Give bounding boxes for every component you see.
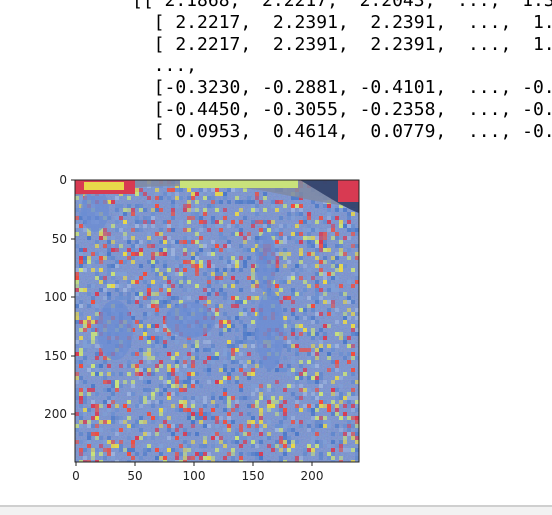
tensor-line: [ 0.0953, 0.4614, 0.0779, ..., -0.6 (132, 120, 552, 142)
image-content (75, 180, 359, 462)
tensor-line: [[ 2.1868, 2.2217, 2.2043, ..., 1.3 (132, 0, 552, 11)
tensor-line: [ 2.2217, 2.2391, 2.2391, ..., 1.2 (132, 33, 552, 55)
y-tick-label: 100 (44, 290, 67, 304)
image-plot: 0 50 100 150 200 0 50 100 150 200 (44, 173, 360, 483)
x-tick-label: 0 (72, 469, 80, 483)
tensor-line: [ 2.2217, 2.2391, 2.2391, ..., 1.2 (132, 11, 552, 33)
tensor-line: ..., (132, 55, 198, 77)
x-axis: 0 50 100 150 200 (72, 462, 323, 483)
tensor-line: [-0.3230, -0.2881, -0.4101, ..., -0.3 (132, 77, 552, 99)
tensor-line: [-0.4450, -0.3055, -0.2358, ..., -0.4 (132, 98, 552, 120)
y-axis: 0 50 100 150 200 (44, 173, 75, 421)
cell-output-tensor: [[ 2.1868, 2.2217, 2.2043, ..., 1.3 [ 2.… (132, 0, 552, 143)
y-tick-label: 150 (44, 349, 67, 363)
x-tick-label: 200 (301, 469, 324, 483)
scroll-strip (0, 507, 552, 515)
y-tick-label: 0 (59, 173, 67, 187)
x-tick-label: 100 (183, 469, 206, 483)
x-tick-label: 50 (127, 469, 142, 483)
x-tick-label: 150 (242, 469, 265, 483)
y-tick-label: 200 (44, 407, 67, 421)
y-tick-label: 50 (52, 232, 67, 246)
